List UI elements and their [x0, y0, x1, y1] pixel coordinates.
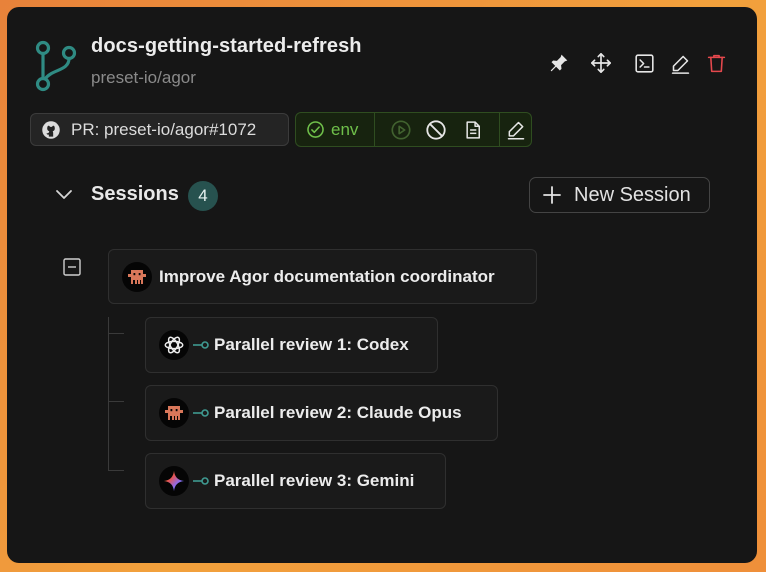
plus-icon [543, 186, 561, 204]
chevron-down-icon[interactable] [54, 184, 74, 204]
openai-icon [164, 336, 184, 354]
pr-link[interactable]: PR: preset-io/agor#1072 [30, 113, 289, 146]
fork-icon [193, 477, 209, 485]
github-icon [42, 120, 60, 139]
worktree-title: docs-getting-started-refresh [91, 35, 362, 57]
tree-branch [108, 401, 124, 402]
env-status-button[interactable]: env [296, 113, 375, 146]
collapse-tree-icon[interactable] [63, 258, 81, 276]
tree-branch [108, 470, 124, 471]
terminal-button[interactable] [632, 51, 656, 75]
gemini-icon [163, 470, 185, 492]
pin-icon [550, 54, 568, 72]
trash-icon [707, 54, 725, 72]
claude-avatar [122, 261, 152, 292]
child-session[interactable]: Parallel review 3: Gemini [145, 453, 446, 509]
fork-icon [193, 341, 209, 349]
git-branch-icon [35, 40, 77, 92]
sessions-count-badge: 4 [188, 181, 218, 211]
divider [499, 113, 500, 146]
pr-label: PR: preset-io/agor#1072 [71, 119, 257, 139]
tree-branch [108, 333, 124, 334]
play-icon [391, 120, 411, 140]
check-circle-icon [307, 121, 324, 138]
session-title: Parallel review 1: Codex [214, 335, 409, 354]
session-title: Parallel review 2: Claude Opus [214, 403, 462, 422]
session-title: Improve Agor documentation coordinator [159, 266, 495, 286]
child-session[interactable]: Parallel review 1: Codex [145, 317, 438, 373]
openai-avatar [159, 330, 189, 360]
worktree-card: docs-getting-started-refresh preset-io/a… [7, 7, 757, 563]
logs-icon [466, 121, 480, 139]
sessions-heading: Sessions [91, 183, 179, 205]
move-icon [591, 53, 611, 73]
stop-icon [426, 120, 446, 140]
new-session-label: New Session [574, 183, 691, 206]
new-session-button[interactable]: New Session [529, 177, 710, 213]
claude-icon [128, 269, 146, 284]
fork-icon [193, 409, 209, 417]
move-button[interactable] [589, 51, 613, 75]
env-logs-button[interactable] [461, 118, 485, 142]
edit-icon [671, 55, 689, 74]
parent-session[interactable]: Improve Agor documentation coordinator [108, 249, 537, 304]
start-env-button[interactable] [389, 118, 413, 142]
claude-icon [165, 406, 183, 420]
pin-button[interactable] [547, 51, 571, 75]
gemini-avatar [159, 466, 189, 496]
environment-controls: env [295, 112, 532, 147]
edit-env-icon [507, 121, 525, 140]
delete-button[interactable] [704, 51, 728, 75]
edit-button[interactable] [668, 51, 692, 75]
repo-name: preset-io/agor [91, 68, 196, 87]
tree-line [108, 317, 109, 471]
terminal-icon [634, 53, 654, 73]
claude-avatar [159, 398, 189, 428]
edit-env-button[interactable] [504, 118, 528, 142]
stop-env-button[interactable] [424, 118, 448, 142]
env-label: env [331, 119, 359, 139]
child-session[interactable]: Parallel review 2: Claude Opus [145, 385, 498, 441]
session-title: Parallel review 3: Gemini [214, 471, 415, 490]
